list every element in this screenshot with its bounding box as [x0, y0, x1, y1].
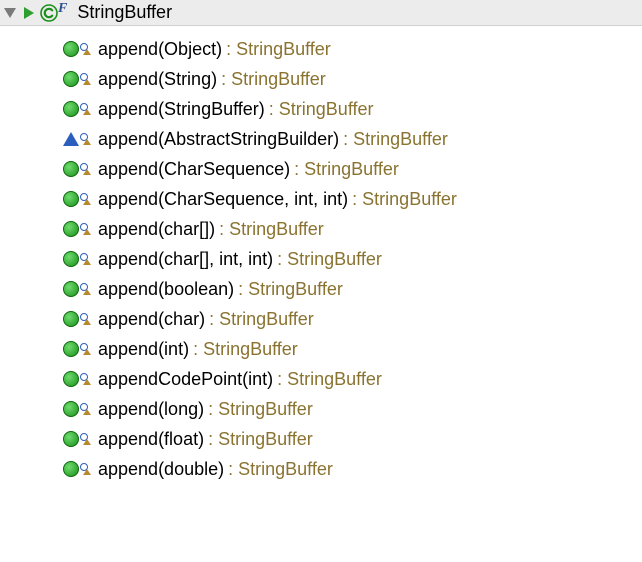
method-return-type: : StringBuffer: [219, 220, 324, 238]
override-decorator-icon: [80, 193, 92, 205]
public-method-icon: [62, 100, 80, 118]
expand-toggle-icon[interactable]: [4, 8, 16, 18]
override-decorator-icon: [80, 43, 92, 55]
method-row[interactable]: append(int) : StringBuffer: [62, 334, 642, 364]
method-row[interactable]: append(char) : StringBuffer: [62, 304, 642, 334]
public-method-icon: [62, 40, 80, 58]
method-row[interactable]: append(float) : StringBuffer: [62, 424, 642, 454]
method-signature: append(long): [98, 400, 204, 418]
method-signature: append(String): [98, 70, 217, 88]
method-row[interactable]: append(long) : StringBuffer: [62, 394, 642, 424]
public-method-icon: [62, 220, 80, 238]
method-return-type: : StringBuffer: [238, 280, 343, 298]
method-row[interactable]: appendCodePoint(int) : StringBuffer: [62, 364, 642, 394]
public-method-icon: [62, 310, 80, 328]
method-row[interactable]: append(double) : StringBuffer: [62, 454, 642, 484]
override-decorator-icon: [80, 133, 92, 145]
member-list: append(Object) : StringBufferappend(Stri…: [0, 26, 642, 494]
method-row[interactable]: append(boolean) : StringBuffer: [62, 274, 642, 304]
method-return-type: : StringBuffer: [277, 370, 382, 388]
method-return-type: : StringBuffer: [294, 160, 399, 178]
method-return-type: : StringBuffer: [193, 340, 298, 358]
method-signature: append(AbstractStringBuilder): [98, 130, 339, 148]
public-method-icon: [62, 280, 80, 298]
default-method-icon: [62, 130, 80, 148]
public-method-icon: [62, 190, 80, 208]
public-method-icon: [62, 460, 80, 478]
override-decorator-icon: [80, 103, 92, 115]
run-icon: [22, 6, 36, 20]
method-signature: append(Object): [98, 40, 222, 58]
method-signature: append(CharSequence, int, int): [98, 190, 348, 208]
public-method-icon: [62, 400, 80, 418]
method-return-type: : StringBuffer: [228, 460, 333, 478]
method-signature: append(int): [98, 340, 189, 358]
method-return-type: : StringBuffer: [226, 40, 331, 58]
public-method-icon: [62, 70, 80, 88]
override-decorator-icon: [80, 253, 92, 265]
method-signature: append(char[]): [98, 220, 215, 238]
method-row[interactable]: append(CharSequence, int, int) : StringB…: [62, 184, 642, 214]
method-signature: append(CharSequence): [98, 160, 290, 178]
public-method-icon: [62, 250, 80, 268]
method-return-type: : StringBuffer: [277, 250, 382, 268]
method-signature: append(char): [98, 310, 205, 328]
method-row[interactable]: append(Object) : StringBuffer: [62, 34, 642, 64]
method-row[interactable]: append(CharSequence) : StringBuffer: [62, 154, 642, 184]
public-method-icon: [62, 160, 80, 178]
outline-header[interactable]: F StringBuffer: [0, 0, 642, 26]
override-decorator-icon: [80, 73, 92, 85]
override-decorator-icon: [80, 283, 92, 295]
method-row[interactable]: append(AbstractStringBuilder) : StringBu…: [62, 124, 642, 154]
public-method-icon: [62, 370, 80, 388]
method-signature: appendCodePoint(int): [98, 370, 273, 388]
override-decorator-icon: [80, 463, 92, 475]
method-signature: append(boolean): [98, 280, 234, 298]
method-signature: append(float): [98, 430, 204, 448]
class-name: StringBuffer: [75, 2, 172, 23]
method-row[interactable]: append(char[]) : StringBuffer: [62, 214, 642, 244]
method-signature: append(char[], int, int): [98, 250, 273, 268]
override-decorator-icon: [80, 343, 92, 355]
override-decorator-icon: [80, 433, 92, 445]
override-decorator-icon: [80, 313, 92, 325]
public-method-icon: [62, 430, 80, 448]
override-decorator-icon: [80, 373, 92, 385]
method-return-type: : StringBuffer: [221, 70, 326, 88]
override-decorator-icon: [80, 163, 92, 175]
override-decorator-icon: [80, 403, 92, 415]
class-icon: [40, 4, 58, 22]
method-return-type: : StringBuffer: [269, 100, 374, 118]
method-signature: append(double): [98, 460, 224, 478]
method-return-type: : StringBuffer: [208, 400, 313, 418]
method-row[interactable]: append(String) : StringBuffer: [62, 64, 642, 94]
method-row[interactable]: append(char[], int, int) : StringBuffer: [62, 244, 642, 274]
final-badge-icon: F: [58, 1, 67, 17]
method-return-type: : StringBuffer: [209, 310, 314, 328]
override-decorator-icon: [80, 223, 92, 235]
method-return-type: : StringBuffer: [208, 430, 313, 448]
public-method-icon: [62, 340, 80, 358]
method-signature: append(StringBuffer): [98, 100, 265, 118]
method-row[interactable]: append(StringBuffer) : StringBuffer: [62, 94, 642, 124]
method-return-type: : StringBuffer: [343, 130, 448, 148]
method-return-type: : StringBuffer: [352, 190, 457, 208]
